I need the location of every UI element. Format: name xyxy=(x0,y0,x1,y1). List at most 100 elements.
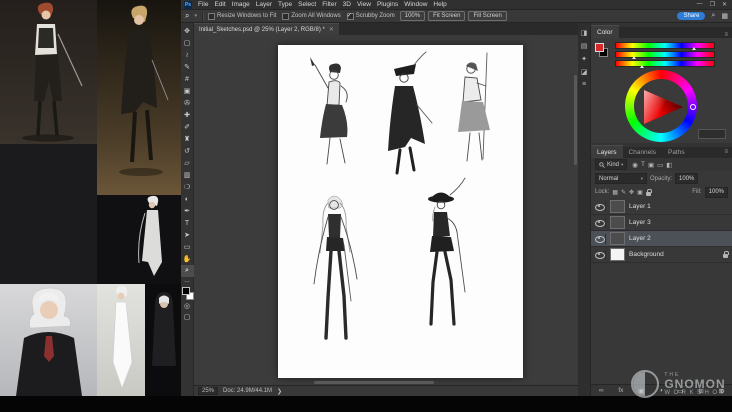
tool-item[interactable]: ✋ xyxy=(181,253,194,265)
layer-visibility-toggle[interactable] xyxy=(595,201,606,212)
layer-thumbnail[interactable] xyxy=(610,216,625,229)
collapsed-panel-icon[interactable]: ◪ xyxy=(581,68,588,76)
hex-value-box[interactable] xyxy=(698,129,726,139)
lock-option-icon[interactable]: ▦ xyxy=(612,189,618,196)
slider-handle[interactable] xyxy=(639,65,644,68)
tool-item[interactable]: ♜ xyxy=(181,133,194,145)
tool-item[interactable]: ⌕ xyxy=(180,265,194,277)
layers-footer-icon[interactable]: fx xyxy=(618,387,623,394)
zoom-preset-button[interactable]: Fill Screen xyxy=(468,11,507,21)
tool-item[interactable]: ✒ xyxy=(181,205,194,217)
tool-item[interactable]: ✎ xyxy=(181,61,194,73)
checkbox-icon[interactable] xyxy=(208,12,215,20)
share-button[interactable]: Share xyxy=(677,12,706,20)
hue-selector-dot[interactable] xyxy=(690,104,696,110)
menu-item[interactable]: 3D xyxy=(343,1,351,8)
menu-item[interactable]: Type xyxy=(278,1,292,8)
screen-mode-icon[interactable]: ▢ xyxy=(181,311,194,322)
status-chevron-icon[interactable]: ❯ xyxy=(277,388,282,395)
layers-panel-tab[interactable]: Paths xyxy=(662,146,691,158)
edit-toolbar-ellipsis[interactable]: … xyxy=(184,278,190,284)
zoom-option-checkbox[interactable]: Scrubby Zoom xyxy=(346,12,395,20)
kind-filter-dropdown[interactable]: Kind ▾ xyxy=(595,159,628,170)
search-icon[interactable]: ⌕ xyxy=(711,12,715,20)
window-control-icon[interactable]: ❐ xyxy=(710,1,715,8)
foreground-color-swatch[interactable] xyxy=(181,287,190,295)
layer-row[interactable]: Background xyxy=(591,247,732,263)
red-hue-slider[interactable] xyxy=(615,42,715,50)
tool-item[interactable]: ✥ xyxy=(181,25,194,37)
menu-item[interactable]: File xyxy=(198,1,208,8)
layer-filter-icon[interactable]: ◉ xyxy=(632,161,638,169)
lock-option-icon[interactable]: ✥ xyxy=(629,189,634,196)
horizontal-scrollbar[interactable] xyxy=(314,381,434,384)
slider-handle[interactable] xyxy=(692,47,697,50)
menu-item[interactable]: Help xyxy=(433,1,446,8)
layer-thumbnail[interactable] xyxy=(610,200,625,213)
layer-visibility-toggle[interactable] xyxy=(595,217,606,228)
tool-item[interactable]: ✚ xyxy=(181,109,194,121)
layer-filter-icon[interactable]: ▣ xyxy=(648,161,654,169)
collapsed-panel-icon[interactable]: ▤ xyxy=(581,42,588,50)
tab-color[interactable]: Color xyxy=(591,25,619,38)
tab-close-icon[interactable]: ✕ xyxy=(329,26,334,33)
collapsed-panel-icon[interactable]: ✦ xyxy=(581,55,587,63)
tool-item[interactable]: # xyxy=(181,73,194,85)
lock-option-icon[interactable]: ✎ xyxy=(621,189,626,196)
window-control-icon[interactable]: ✕ xyxy=(722,1,727,8)
tool-item[interactable]: ▣ xyxy=(181,85,194,97)
tool-item[interactable]: ▭ xyxy=(181,241,194,253)
zoom-level-field[interactable]: 25% xyxy=(198,387,219,395)
layer-filter-icon[interactable]: ◧ xyxy=(666,161,672,169)
layer-thumbnail[interactable] xyxy=(610,232,625,245)
layer-visibility-toggle[interactable] xyxy=(595,233,606,244)
layer-thumbnail[interactable] xyxy=(610,248,625,261)
layer-row[interactable]: Layer 2 xyxy=(591,231,732,247)
document-tab[interactable]: Initial_Sketches.psd @ 25% (Layer 2, RGB… xyxy=(194,23,339,35)
tool-item[interactable]: ▥ xyxy=(181,169,194,181)
collapsed-panel-icon[interactable]: ≡ xyxy=(582,81,586,88)
blend-mode-dropdown[interactable]: Normal ▾ xyxy=(595,173,647,184)
tool-item[interactable]: ✐ xyxy=(181,121,194,133)
menu-item[interactable]: View xyxy=(357,1,371,8)
tool-item[interactable]: ◐ xyxy=(181,193,194,205)
quick-mask-icon[interactable]: ◎ xyxy=(181,300,194,311)
collapsed-panel-icon[interactable]: ◨ xyxy=(581,29,588,37)
document-page[interactable] xyxy=(278,45,523,378)
layer-filter-icon[interactable]: ▭ xyxy=(657,161,663,169)
layers-panel-menu-icon[interactable]: ≡ xyxy=(724,149,732,155)
layer-filter-icon[interactable]: T xyxy=(641,161,645,169)
menu-item[interactable]: Select xyxy=(298,1,316,8)
menu-item[interactable]: Layer xyxy=(256,1,272,8)
green-hue-slider[interactable] xyxy=(615,51,715,59)
menu-item[interactable]: Filter xyxy=(322,1,336,8)
vertical-scrollbar[interactable] xyxy=(574,75,577,165)
layers-panel-tab[interactable]: Channels xyxy=(623,146,662,158)
zoom-option-checkbox[interactable]: Resize Windows to Fit xyxy=(208,12,276,20)
layer-row[interactable]: Layer 3 xyxy=(591,215,732,231)
lock-option-icon[interactable]: ▣ xyxy=(637,189,643,196)
blue-hue-slider[interactable] xyxy=(615,60,715,68)
checkbox-icon[interactable] xyxy=(282,12,290,20)
checkbox-icon[interactable] xyxy=(346,12,354,20)
layers-footer-icon[interactable]: ∞ xyxy=(599,387,604,394)
menu-item[interactable]: Image xyxy=(232,1,250,8)
fill-dropdown[interactable]: 100% xyxy=(704,186,728,198)
tool-item[interactable]: ▱ xyxy=(181,157,194,169)
tool-item[interactable]: ✇ xyxy=(181,97,194,109)
tool-item[interactable]: ❍ xyxy=(181,181,194,193)
slider-handle[interactable] xyxy=(631,56,636,59)
tool-item[interactable]: ≀ xyxy=(181,49,194,61)
layer-row[interactable]: Layer 1 xyxy=(591,199,732,215)
layer-visibility-toggle[interactable] xyxy=(595,249,606,260)
menu-item[interactable]: Edit xyxy=(214,1,225,8)
tool-item[interactable]: ▢ xyxy=(181,37,194,49)
tool-item[interactable]: ↺ xyxy=(181,145,194,157)
menu-item[interactable]: Plugins xyxy=(377,1,398,8)
tool-item[interactable]: ➤ xyxy=(181,229,194,241)
zoom-preset-button[interactable]: Fit Screen xyxy=(428,11,466,21)
menu-item[interactable]: Window xyxy=(404,1,427,8)
zoom-option-checkbox[interactable]: Zoom All Windows xyxy=(282,12,341,20)
opacity-dropdown[interactable]: 100% xyxy=(675,173,699,184)
lock-all-icon[interactable] xyxy=(645,188,652,196)
